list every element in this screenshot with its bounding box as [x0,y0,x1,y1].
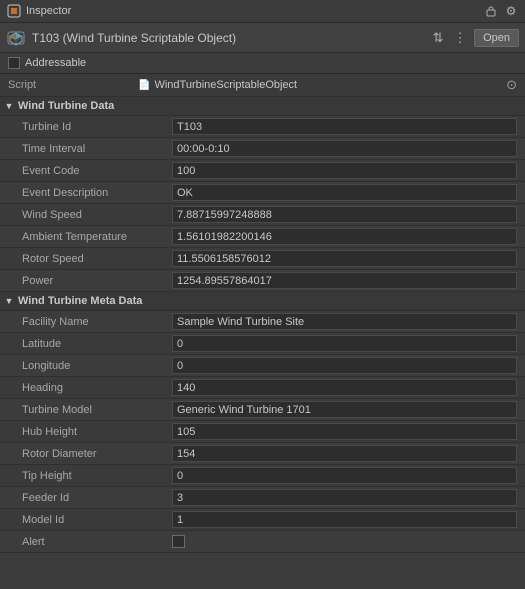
script-settings-icon[interactable]: ⊙ [506,77,517,93]
section-label-wind-turbine-meta-data: Wind Turbine Meta Data [18,295,142,307]
field-label-wind-turbine-data-7: Power [22,275,172,287]
addressable-row: Addressable [0,53,525,74]
field-row: Wind Speed7.88715997248888 [0,204,525,226]
field-row: Facility NameSample Wind Turbine Site [0,311,525,333]
section-header-wind-turbine-data[interactable]: ▼ Wind Turbine Data [0,97,525,116]
title-bar-label: Inspector [26,5,71,17]
field-row: Hub Height105 [0,421,525,443]
field-label-wind-turbine-data-4: Wind Speed [22,209,172,221]
field-row: Time Interval00:00-0:10 [0,138,525,160]
field-row: Turbine IdT103 [0,116,525,138]
field-value-wind-turbine-data-3[interactable]: OK [172,184,517,201]
component-menu-icon[interactable]: ⋮ [452,30,468,46]
field-label-wind-turbine-meta-data-10: Alert [22,536,172,548]
field-label-wind-turbine-data-2: Event Code [22,165,172,177]
field-row: Rotor Speed11.5506158576012 [0,248,525,270]
field-checkbox-wind-turbine-meta-data-10[interactable] [172,535,185,548]
field-label-wind-turbine-data-0: Turbine Id [22,121,172,133]
field-label-wind-turbine-meta-data-4: Turbine Model [22,404,172,416]
script-value-text: WindTurbineScriptableObject [154,79,297,91]
addressable-label: Addressable [25,57,86,69]
component-title: T103 (Wind Turbine Scriptable Object) [32,31,430,45]
script-field-value[interactable]: 📄 WindTurbineScriptableObject [138,79,506,91]
section-header-wind-turbine-meta-data[interactable]: ▼ Wind Turbine Meta Data [0,292,525,311]
sections-container: ▼ Wind Turbine Data Turbine IdT103Time I… [0,97,525,553]
title-bar: Inspector ⚙ [0,0,525,23]
field-row: Feeder Id3 [0,487,525,509]
component-settings-icon[interactable]: ⇅ [430,30,446,46]
field-row: Rotor Diameter154 [0,443,525,465]
field-value-wind-turbine-meta-data-7[interactable]: 0 [172,467,517,484]
field-value-wind-turbine-meta-data-4[interactable]: Generic Wind Turbine 1701 [172,401,517,418]
inspector-content: Script 📄 WindTurbineScriptableObject ⊙ ▼… [0,74,525,553]
field-label-wind-turbine-meta-data-0: Facility Name [22,316,172,328]
field-label-wind-turbine-meta-data-5: Hub Height [22,426,172,438]
field-row: Model Id1 [0,509,525,531]
field-row: Longitude0 [0,355,525,377]
field-value-wind-turbine-data-6[interactable]: 11.5506158576012 [172,250,517,267]
lock-icon[interactable] [483,3,499,19]
inspector-icon [6,3,22,19]
field-label-wind-turbine-meta-data-3: Heading [22,382,172,394]
field-label-wind-turbine-data-3: Event Description [22,187,172,199]
section-triangle-wind-turbine-meta-data: ▼ [4,296,14,306]
field-row: Heading140 [0,377,525,399]
field-row: Power1254.89557864017 [0,270,525,292]
script-field-label: Script [8,79,138,91]
component-header: T103 (Wind Turbine Scriptable Object) ⇅ … [0,23,525,53]
field-row: Latitude0 [0,333,525,355]
script-file-icon: 📄 [138,80,150,91]
field-row: Ambient Temperature1.56101982200146 [0,226,525,248]
field-value-wind-turbine-data-2[interactable]: 100 [172,162,517,179]
field-value-wind-turbine-meta-data-10[interactable] [172,533,517,550]
field-value-wind-turbine-meta-data-0[interactable]: Sample Wind Turbine Site [172,313,517,330]
field-value-wind-turbine-meta-data-3[interactable]: 140 [172,379,517,396]
field-value-wind-turbine-meta-data-8[interactable]: 3 [172,489,517,506]
field-row: Turbine ModelGeneric Wind Turbine 1701 [0,399,525,421]
field-row: Event Code100 [0,160,525,182]
open-button[interactable]: Open [474,29,519,47]
field-value-wind-turbine-data-7[interactable]: 1254.89557864017 [172,272,517,289]
field-value-wind-turbine-data-5[interactable]: 1.56101982200146 [172,228,517,245]
component-icon [6,28,26,48]
section-label-wind-turbine-data: Wind Turbine Data [18,100,114,112]
field-value-wind-turbine-meta-data-1[interactable]: 0 [172,335,517,352]
field-label-wind-turbine-meta-data-9: Model Id [22,514,172,526]
field-row: Event DescriptionOK [0,182,525,204]
field-value-wind-turbine-data-4[interactable]: 7.88715997248888 [172,206,517,223]
settings-icon[interactable]: ⚙ [503,3,519,19]
component-header-buttons: ⇅ ⋮ Open [430,29,519,47]
field-value-wind-turbine-meta-data-6[interactable]: 154 [172,445,517,462]
field-row: Alert [0,531,525,553]
script-row: Script 📄 WindTurbineScriptableObject ⊙ [0,74,525,97]
field-label-wind-turbine-meta-data-1: Latitude [22,338,172,350]
field-label-wind-turbine-meta-data-2: Longitude [22,360,172,372]
field-value-wind-turbine-meta-data-9[interactable]: 1 [172,511,517,528]
field-value-wind-turbine-data-0[interactable]: T103 [172,118,517,135]
field-label-wind-turbine-data-6: Rotor Speed [22,253,172,265]
section-triangle-wind-turbine-data: ▼ [4,101,14,111]
field-value-wind-turbine-data-1[interactable]: 00:00-0:10 [172,140,517,157]
field-label-wind-turbine-meta-data-8: Feeder Id [22,492,172,504]
field-label-wind-turbine-meta-data-7: Tip Height [22,470,172,482]
field-label-wind-turbine-data-1: Time Interval [22,143,172,155]
field-row: Tip Height0 [0,465,525,487]
field-value-wind-turbine-meta-data-5[interactable]: 105 [172,423,517,440]
field-value-wind-turbine-meta-data-2[interactable]: 0 [172,357,517,374]
field-label-wind-turbine-data-5: Ambient Temperature [22,231,172,243]
field-label-wind-turbine-meta-data-6: Rotor Diameter [22,448,172,460]
addressable-checkbox[interactable] [8,57,20,69]
